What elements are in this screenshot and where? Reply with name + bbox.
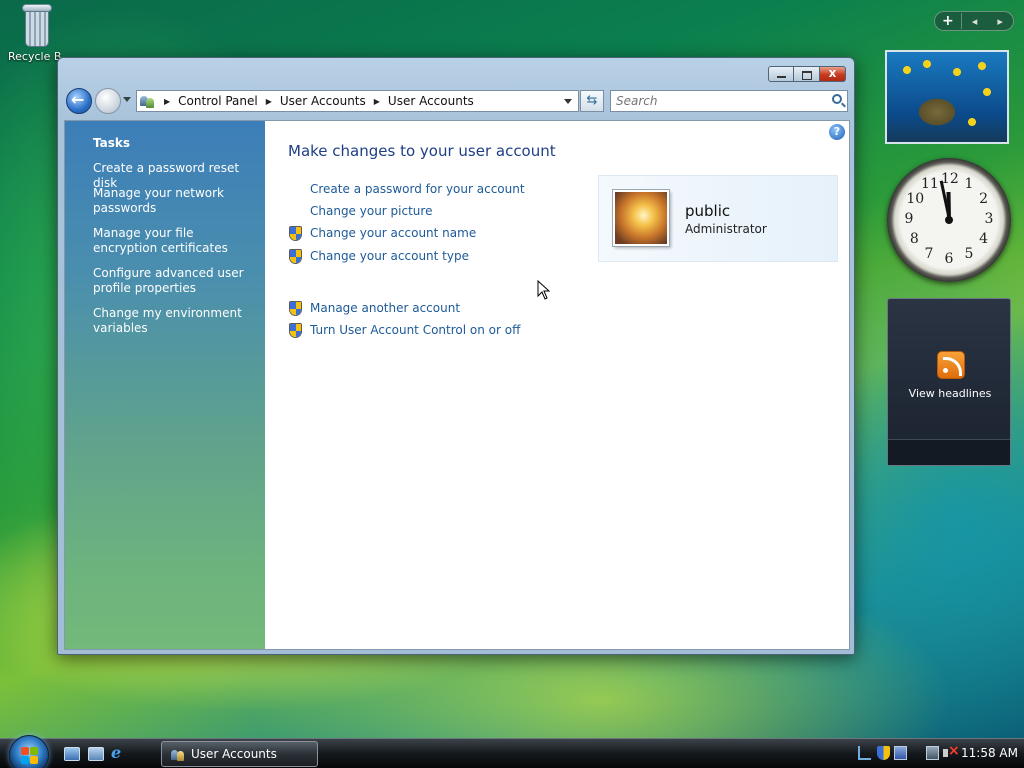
account-picture xyxy=(613,190,669,246)
rss-feed-icon xyxy=(937,351,965,379)
show-desktop-icon[interactable] xyxy=(64,747,80,761)
task-change-environment-variables[interactable]: Change my environment variables xyxy=(93,306,253,336)
add-gadget-button[interactable]: + xyxy=(935,13,962,29)
sidebar-controls: + ◂ ▸ xyxy=(934,11,1014,31)
taskbar-button-user-accounts[interactable]: User Accounts xyxy=(161,741,318,767)
turn-uac-on-off-link[interactable]: Turn User Account Control on or off xyxy=(310,323,520,337)
minimize-button[interactable] xyxy=(768,66,794,82)
navigation-bar: ▶ Control Panel ▶ User Accounts ▶ User A… xyxy=(66,88,848,114)
tray-app-icon[interactable] xyxy=(894,746,907,760)
recent-pages-dropdown-icon[interactable] xyxy=(123,97,131,102)
close-button[interactable]: x xyxy=(820,66,846,82)
account-card: public Administrator xyxy=(598,175,838,262)
chevron-right-icon[interactable]: ▶ xyxy=(266,97,272,106)
account-type: Administrator xyxy=(685,222,767,236)
slideshow-gadget[interactable] xyxy=(885,50,1009,144)
breadcrumb-user-accounts-current[interactable]: User Accounts xyxy=(388,94,474,108)
search-input[interactable] xyxy=(611,91,821,111)
internet-explorer-icon[interactable]: e xyxy=(111,743,127,762)
refresh-button[interactable]: ⇆ xyxy=(580,90,604,112)
content-area: Tasks Create a password reset disk Manag… xyxy=(64,120,850,650)
view-headlines-label: View headlines xyxy=(908,387,992,400)
system-clock[interactable]: 11:58 AM xyxy=(961,746,1018,760)
user-accounts-window: x ▶ Control Panel ▶ User Accounts ▶ User… xyxy=(57,57,855,655)
clock-number: 2 xyxy=(979,191,989,207)
forward-button[interactable] xyxy=(95,88,121,114)
switch-windows-icon[interactable] xyxy=(88,747,104,761)
help-button[interactable]: ? xyxy=(829,124,845,140)
address-dropdown-icon[interactable] xyxy=(564,98,572,104)
recycle-bin[interactable]: Recycle B xyxy=(2,2,72,63)
uac-shield-icon xyxy=(289,249,302,264)
maximize-button[interactable] xyxy=(794,66,820,82)
taskbar: e User Accounts 11:58 AM xyxy=(0,735,1024,768)
tasks-pane: Tasks Create a password reset disk Manag… xyxy=(65,121,265,649)
clock-number: 11 xyxy=(921,176,939,193)
chevron-right-icon[interactable]: ▶ xyxy=(374,97,380,106)
clock-center-pin xyxy=(945,216,953,224)
chevron-right-icon[interactable]: ▶ xyxy=(164,97,170,106)
feed-gadget-footer xyxy=(888,439,1010,465)
change-account-type-link[interactable]: Change your account type xyxy=(310,249,469,263)
manage-another-account-link[interactable]: Manage another account xyxy=(310,301,460,315)
clock-number: 8 xyxy=(909,231,919,247)
close-icon: x xyxy=(828,66,837,80)
uac-shield-icon xyxy=(289,226,302,241)
clock-number: 3 xyxy=(984,211,994,227)
next-gadget-page-button[interactable]: ▸ xyxy=(987,15,1013,28)
back-button[interactable] xyxy=(66,88,92,114)
security-shield-icon[interactable] xyxy=(877,746,890,760)
address-bar[interactable]: ▶ Control Panel ▶ User Accounts ▶ User A… xyxy=(136,90,579,112)
user-accounts-icon xyxy=(140,94,156,108)
task-manage-network-passwords[interactable]: Manage your network passwords xyxy=(93,186,253,216)
search-icon[interactable] xyxy=(832,94,842,104)
search-box xyxy=(610,90,848,112)
notification-area: 11:58 AM xyxy=(855,739,1024,768)
start-button[interactable] xyxy=(9,735,49,768)
task-manage-file-encryption-certificates[interactable]: Manage your file encryption certificates xyxy=(93,226,253,256)
clock-number: 10 xyxy=(906,191,925,207)
volume-muted-icon[interactable] xyxy=(943,743,960,760)
windows-logo-icon xyxy=(21,747,39,765)
change-picture-link[interactable]: Change your picture xyxy=(310,204,432,218)
clock-number: 4 xyxy=(979,231,989,247)
page-title: Make changes to your user account xyxy=(288,142,556,160)
clock-number: 5 xyxy=(964,245,974,262)
user-accounts-icon xyxy=(171,748,185,762)
clock-number: 1 xyxy=(964,176,974,193)
recycle-bin-icon xyxy=(17,2,57,50)
breadcrumb-control-panel[interactable]: Control Panel xyxy=(178,94,258,108)
mouse-pointer-icon xyxy=(537,280,551,300)
breadcrumb-user-accounts[interactable]: User Accounts xyxy=(280,94,366,108)
uac-shield-icon xyxy=(289,323,302,338)
account-name: public xyxy=(685,202,731,220)
create-password-link[interactable]: Create a password for your account xyxy=(310,182,525,196)
feed-headlines-gadget[interactable]: View headlines xyxy=(887,298,1011,466)
clock-gadget[interactable]: 12 1 2 3 4 5 6 7 8 9 10 11 xyxy=(887,158,1011,282)
clock-number: 7 xyxy=(924,245,934,262)
previous-gadget-page-button[interactable]: ◂ xyxy=(962,15,988,28)
tasks-heading: Tasks xyxy=(93,136,131,150)
uac-shield-icon xyxy=(289,301,302,316)
task-configure-advanced-user-profile[interactable]: Configure advanced user profile properti… xyxy=(93,266,253,296)
caption-buttons: x xyxy=(768,66,846,82)
clock-number: 9 xyxy=(904,211,914,227)
clock-number: 6 xyxy=(944,251,954,267)
change-account-name-link[interactable]: Change your account name xyxy=(310,226,476,240)
network-icon[interactable] xyxy=(926,746,939,760)
tray-network-activity-icon[interactable] xyxy=(858,746,871,760)
taskbar-button-label: User Accounts xyxy=(191,747,277,761)
